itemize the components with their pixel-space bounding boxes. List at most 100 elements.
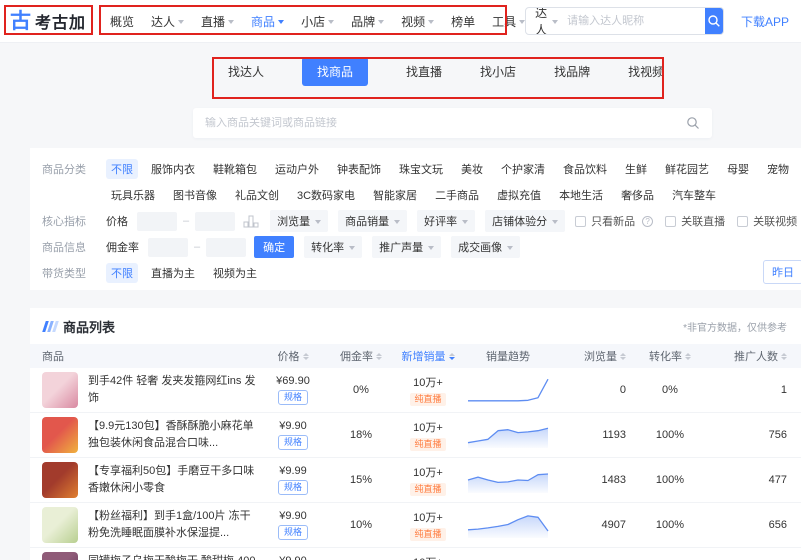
confirm-button[interactable]: 确定 bbox=[254, 236, 294, 258]
product-title[interactable]: 到手42件 轻奢 发夹发箍网红ins 发饰 bbox=[88, 373, 256, 407]
app-logo[interactable]: 古 考古加 bbox=[10, 9, 94, 33]
nav-item-7[interactable]: 视频 bbox=[401, 13, 434, 30]
price-min-input[interactable] bbox=[137, 212, 177, 231]
search-button[interactable] bbox=[705, 7, 723, 35]
category-chip-7[interactable]: 虚拟充值 bbox=[492, 185, 546, 205]
views-value: 4907 bbox=[556, 519, 626, 531]
col-header-commission[interactable]: 佣金率 bbox=[326, 348, 396, 364]
col-header-price[interactable]: 价格 bbox=[260, 348, 326, 364]
product-row[interactable]: 【专享福利50包】手磨豆干多口味香嫩休闲小零食 ¥9.99 规格 15% 10万… bbox=[30, 458, 801, 503]
metric-dropdown-3[interactable]: 好评率 bbox=[417, 210, 475, 232]
info-dropdown-3[interactable]: 成交画像 bbox=[451, 236, 520, 258]
product-search-input[interactable] bbox=[205, 117, 686, 129]
category-chip-5[interactable]: 智能家居 bbox=[368, 185, 422, 205]
category-chip-1[interactable]: 玩具乐器 bbox=[106, 185, 160, 205]
product-cell: 同罐梅子乌梅干酸梅干 酸甜梅 400克/罐独立包装 bbox=[42, 552, 260, 560]
product-thumbnail[interactable] bbox=[42, 507, 78, 543]
search-category-select[interactable]: 达人 bbox=[526, 7, 567, 35]
commission-max-input[interactable] bbox=[206, 238, 246, 257]
info-dropdown-2[interactable]: 推广声量 bbox=[372, 236, 441, 258]
sales-type-chip-2[interactable]: 直播为主 bbox=[146, 263, 200, 283]
product-thumbnail[interactable] bbox=[42, 417, 78, 453]
category-chip-12[interactable]: 母婴 bbox=[722, 159, 754, 179]
new-product-checkbox[interactable]: 只看新品 ? bbox=[575, 213, 653, 229]
spec-tag[interactable]: 规格 bbox=[278, 480, 308, 495]
tab-5[interactable]: 找品牌 bbox=[554, 63, 590, 80]
product-row[interactable]: 【9.9元130包】香酥酥脆小麻花单独包装休闲食品混合口味... ¥9.90 规… bbox=[30, 413, 801, 458]
product-thumbnail[interactable] bbox=[42, 372, 78, 408]
tab-2[interactable]: 找商品 bbox=[302, 57, 368, 86]
nav-item-4[interactable]: 商品 bbox=[251, 13, 284, 30]
product-title[interactable]: 【粉丝福利】到手1盒/100片 冻干粉免洗睡眠面膜补水保湿提... bbox=[88, 508, 256, 542]
info-icon[interactable]: ? bbox=[642, 216, 653, 227]
category-chip-4[interactable]: 运动户外 bbox=[270, 159, 324, 179]
category-chip-10[interactable]: 生鲜 bbox=[620, 159, 652, 179]
nav-item-6[interactable]: 品牌 bbox=[351, 13, 384, 30]
col-header-new-sales[interactable]: 新增销量 bbox=[396, 348, 460, 364]
category-chip-13[interactable]: 宠物 bbox=[762, 159, 794, 179]
nav-item-5[interactable]: 小店 bbox=[301, 13, 334, 30]
spec-tag[interactable]: 规格 bbox=[278, 435, 308, 450]
category-chip-2[interactable]: 服饰内衣 bbox=[146, 159, 200, 179]
info-dropdown-1[interactable]: 转化率 bbox=[304, 236, 362, 258]
spec-tag[interactable]: 规格 bbox=[278, 525, 308, 540]
product-thumbnail[interactable] bbox=[42, 552, 78, 560]
sales-type-chip-3[interactable]: 视频为主 bbox=[208, 263, 262, 283]
spec-tag[interactable]: 规格 bbox=[278, 390, 308, 405]
metric-dropdown-2[interactable]: 商品销量 bbox=[338, 210, 407, 232]
checkbox-icon bbox=[665, 216, 676, 227]
product-row[interactable]: 同罐梅子乌梅干酸梅干 酸甜梅 400克/罐独立包装 ¥9.90 规格 35% 1… bbox=[30, 548, 801, 560]
date-range-button[interactable]: 昨日 bbox=[763, 260, 801, 284]
tab-3[interactable]: 找直播 bbox=[406, 63, 442, 80]
metric-dropdown-1[interactable]: 浏览量 bbox=[270, 210, 328, 232]
talent-search-input[interactable] bbox=[567, 8, 705, 34]
category-chip-10[interactable]: 汽车整车 bbox=[667, 185, 721, 205]
nav-item-2[interactable]: 达人 bbox=[151, 13, 184, 30]
col-header-conversion[interactable]: 转化率 bbox=[626, 348, 714, 364]
linked-live-checkbox[interactable]: 关联直播 bbox=[665, 213, 725, 229]
commission-label: 佣金率 bbox=[106, 239, 139, 255]
tab-1[interactable]: 找达人 bbox=[228, 63, 264, 80]
category-chip-2[interactable]: 图书音像 bbox=[168, 185, 222, 205]
product-title[interactable]: 【9.9元130包】香酥酥脆小麻花单独包装休闲食品混合口味... bbox=[88, 418, 256, 452]
category-chip-8[interactable]: 本地生活 bbox=[554, 185, 608, 205]
price-histogram-icon[interactable] bbox=[243, 214, 260, 228]
nav-item-8[interactable]: 榜单 bbox=[451, 13, 475, 30]
category-chip-4[interactable]: 3C数码家电 bbox=[292, 185, 360, 205]
product-thumbnail[interactable] bbox=[42, 462, 78, 498]
download-app-link[interactable]: 下载APP bbox=[741, 13, 789, 30]
linked-video-checkbox[interactable]: 关联视频 bbox=[737, 213, 797, 229]
category-chip-7[interactable]: 美妆 bbox=[456, 159, 488, 179]
product-row[interactable]: 【粉丝福利】到手1盒/100片 冻干粉免洗睡眠面膜补水保湿提... ¥9.90 … bbox=[30, 503, 801, 548]
commission-min-input[interactable] bbox=[148, 238, 188, 257]
tab-4[interactable]: 找小店 bbox=[480, 63, 516, 80]
category-chip-5[interactable]: 钟表配饰 bbox=[332, 159, 386, 179]
category-chip-8[interactable]: 个护家清 bbox=[496, 159, 550, 179]
price-max-input[interactable] bbox=[195, 212, 235, 231]
sales-type-chip-1[interactable]: 不限 bbox=[106, 263, 138, 283]
nav-item-1[interactable]: 概览 bbox=[110, 13, 134, 30]
category-chip-3[interactable]: 鞋靴箱包 bbox=[208, 159, 262, 179]
info-dropdown-label: 推广声量 bbox=[379, 239, 423, 255]
chevron-down-icon bbox=[378, 20, 384, 24]
product-title[interactable]: 【专享福利50包】手磨豆干多口味香嫩休闲小零食 bbox=[88, 463, 256, 497]
category-chip-9[interactable]: 食品饮料 bbox=[558, 159, 612, 179]
chevron-down-icon bbox=[178, 20, 184, 24]
category-chip-1[interactable]: 不限 bbox=[106, 159, 138, 179]
category-options-row2: 玩具乐器图书音像礼品文创 3C数码家电智能家居二手商品虚拟充值本地生活奢侈品汽车整… bbox=[106, 185, 729, 205]
search-icon[interactable] bbox=[686, 116, 700, 130]
product-row[interactable]: 到手42件 轻奢 发夹发箍网红ins 发饰 ¥69.90 规格 0% 10万+ … bbox=[30, 368, 801, 413]
tab-6[interactable]: 找视频 bbox=[628, 63, 664, 80]
col-header-views[interactable]: 浏览量 bbox=[556, 348, 626, 364]
sales-value: 10万+ bbox=[413, 464, 443, 480]
category-chip-6[interactable]: 珠宝文玩 bbox=[394, 159, 448, 179]
category-chip-9[interactable]: 奢侈品 bbox=[616, 185, 659, 205]
col-header-promoters[interactable]: 推广人数 bbox=[714, 348, 787, 364]
category-chip-3[interactable]: 礼品文创 bbox=[230, 185, 284, 205]
category-chip-11[interactable]: 鲜花园艺 bbox=[660, 159, 714, 179]
metric-dropdown-4[interactable]: 店铺体验分 bbox=[485, 210, 565, 232]
product-title[interactable]: 同罐梅子乌梅干酸梅干 酸甜梅 400克/罐独立包装 bbox=[88, 553, 256, 560]
nav-item-3[interactable]: 直播 bbox=[201, 13, 234, 30]
category-chip-6[interactable]: 二手商品 bbox=[430, 185, 484, 205]
nav-item-9[interactable]: 工具 bbox=[492, 13, 525, 30]
